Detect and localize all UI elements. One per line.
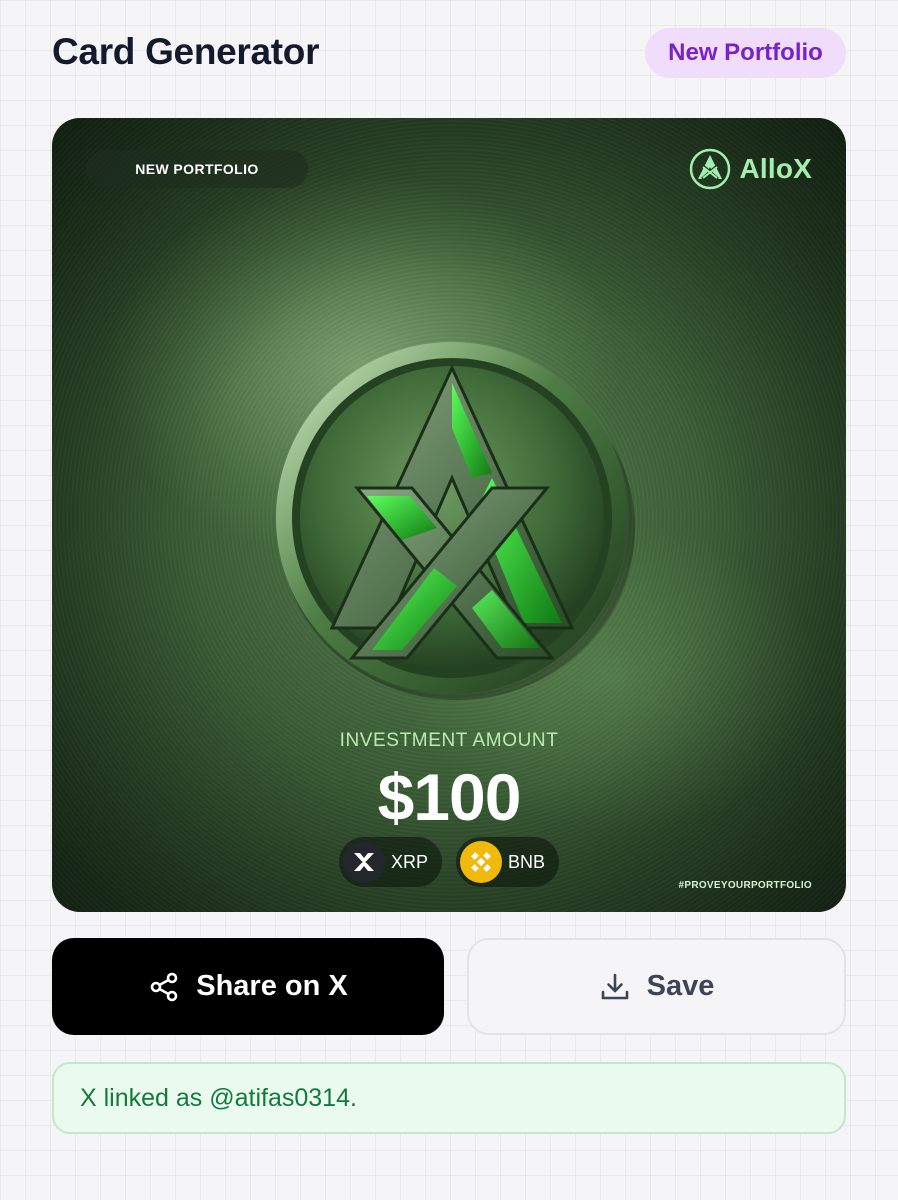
token-chip-xrp: XRP	[337, 836, 443, 888]
share-icon	[150, 972, 178, 1001]
investment-label: INVESTMENT AMOUNT	[339, 730, 559, 751]
allox-logo-icon	[690, 148, 731, 190]
page-title: Card Generator	[52, 31, 320, 72]
share-button-label: Share on X	[196, 970, 348, 1002]
token-symbol: XRP	[390, 851, 428, 872]
save-button[interactable]: Save	[467, 938, 846, 1035]
brand-logo: AlloX	[689, 148, 812, 190]
download-icon	[601, 973, 628, 999]
new-portfolio-badge[interactable]: New Portfolio	[645, 28, 846, 78]
token-symbol: BNB	[508, 851, 546, 872]
x-linked-status: X linked as @atifas0314.	[52, 1062, 846, 1134]
allox-coin-emblem	[276, 342, 635, 700]
share-on-x-button[interactable]: Share on X	[52, 938, 444, 1035]
brand-name: AlloX	[739, 153, 812, 184]
investment-amount: $100	[377, 760, 522, 834]
card-tag: NEW PORTFOLIO	[86, 150, 308, 188]
bnb-icon	[460, 841, 502, 883]
token-chip-bnb: BNB	[455, 836, 561, 888]
save-button-label: Save	[646, 970, 715, 1002]
xrp-icon	[342, 841, 385, 883]
card-hashtag: #PROVEYOURPORTFOLIO	[678, 880, 812, 891]
portfolio-card: NEW PORTFOLIO AlloX INVESTMENT AMOUNT $1…	[52, 118, 846, 912]
